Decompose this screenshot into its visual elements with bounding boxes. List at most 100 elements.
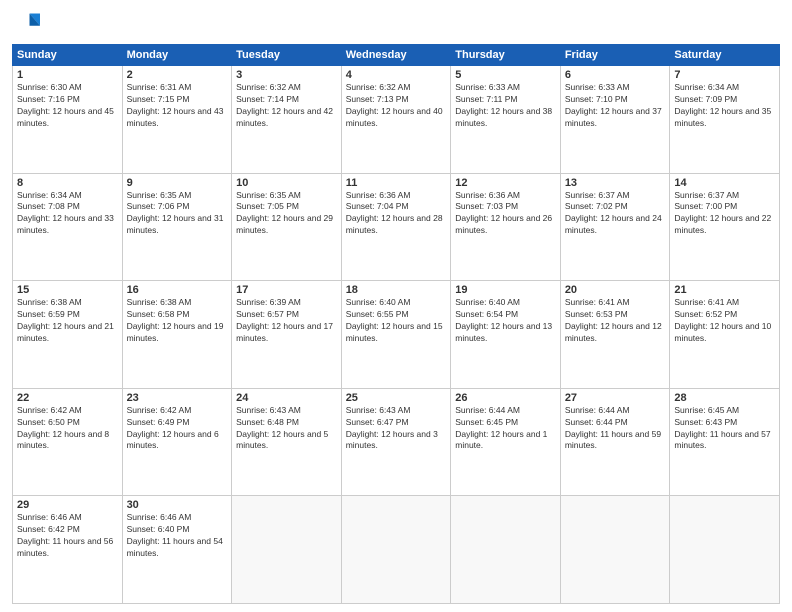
day-number: 26 bbox=[455, 392, 556, 404]
day-info: Sunrise: 6:44 AMSunset: 6:45 PMDaylight:… bbox=[455, 405, 556, 453]
day-info: Sunrise: 6:36 AMSunset: 7:03 PMDaylight:… bbox=[455, 190, 556, 238]
calendar-cell: 18 Sunrise: 6:40 AMSunset: 6:55 PMDaylig… bbox=[341, 281, 451, 389]
calendar-cell: 28 Sunrise: 6:45 AMSunset: 6:43 PMDaylig… bbox=[670, 388, 780, 496]
day-number: 29 bbox=[17, 499, 118, 511]
day-number: 6 bbox=[565, 69, 666, 81]
weekday-header-saturday: Saturday bbox=[670, 45, 780, 66]
calendar-cell bbox=[670, 496, 780, 604]
day-number: 7 bbox=[674, 69, 775, 81]
day-info: Sunrise: 6:44 AMSunset: 6:44 PMDaylight:… bbox=[565, 405, 666, 453]
day-number: 14 bbox=[674, 177, 775, 189]
day-info: Sunrise: 6:46 AMSunset: 6:42 PMDaylight:… bbox=[17, 512, 118, 560]
calendar-cell: 27 Sunrise: 6:44 AMSunset: 6:44 PMDaylig… bbox=[560, 388, 670, 496]
weekday-header-friday: Friday bbox=[560, 45, 670, 66]
logo-icon bbox=[12, 10, 40, 38]
weekday-header-wednesday: Wednesday bbox=[341, 45, 451, 66]
day-number: 23 bbox=[127, 392, 228, 404]
day-number: 1 bbox=[17, 69, 118, 81]
day-number: 17 bbox=[236, 284, 337, 296]
day-number: 4 bbox=[346, 69, 447, 81]
calendar-cell: 8 Sunrise: 6:34 AMSunset: 7:08 PMDayligh… bbox=[13, 173, 123, 281]
weekday-header-sunday: Sunday bbox=[13, 45, 123, 66]
calendar-cell: 16 Sunrise: 6:38 AMSunset: 6:58 PMDaylig… bbox=[122, 281, 232, 389]
calendar-cell: 29 Sunrise: 6:46 AMSunset: 6:42 PMDaylig… bbox=[13, 496, 123, 604]
calendar-cell: 4 Sunrise: 6:32 AMSunset: 7:13 PMDayligh… bbox=[341, 66, 451, 174]
day-info: Sunrise: 6:30 AMSunset: 7:16 PMDaylight:… bbox=[17, 82, 118, 130]
weekday-header-monday: Monday bbox=[122, 45, 232, 66]
calendar-cell bbox=[560, 496, 670, 604]
calendar-week-4: 22 Sunrise: 6:42 AMSunset: 6:50 PMDaylig… bbox=[13, 388, 780, 496]
day-info: Sunrise: 6:41 AMSunset: 6:53 PMDaylight:… bbox=[565, 297, 666, 345]
day-number: 24 bbox=[236, 392, 337, 404]
day-info: Sunrise: 6:42 AMSunset: 6:49 PMDaylight:… bbox=[127, 405, 228, 453]
header bbox=[12, 10, 780, 38]
day-info: Sunrise: 6:41 AMSunset: 6:52 PMDaylight:… bbox=[674, 297, 775, 345]
day-number: 21 bbox=[674, 284, 775, 296]
calendar-cell: 15 Sunrise: 6:38 AMSunset: 6:59 PMDaylig… bbox=[13, 281, 123, 389]
calendar-cell: 5 Sunrise: 6:33 AMSunset: 7:11 PMDayligh… bbox=[451, 66, 561, 174]
calendar-cell: 6 Sunrise: 6:33 AMSunset: 7:10 PMDayligh… bbox=[560, 66, 670, 174]
day-number: 8 bbox=[17, 177, 118, 189]
calendar-cell: 1 Sunrise: 6:30 AMSunset: 7:16 PMDayligh… bbox=[13, 66, 123, 174]
day-info: Sunrise: 6:37 AMSunset: 7:02 PMDaylight:… bbox=[565, 190, 666, 238]
day-info: Sunrise: 6:40 AMSunset: 6:54 PMDaylight:… bbox=[455, 297, 556, 345]
calendar-cell: 2 Sunrise: 6:31 AMSunset: 7:15 PMDayligh… bbox=[122, 66, 232, 174]
calendar-cell: 9 Sunrise: 6:35 AMSunset: 7:06 PMDayligh… bbox=[122, 173, 232, 281]
calendar-cell: 17 Sunrise: 6:39 AMSunset: 6:57 PMDaylig… bbox=[232, 281, 342, 389]
day-info: Sunrise: 6:43 AMSunset: 6:48 PMDaylight:… bbox=[236, 405, 337, 453]
day-info: Sunrise: 6:43 AMSunset: 6:47 PMDaylight:… bbox=[346, 405, 447, 453]
logo bbox=[12, 10, 44, 38]
calendar-cell: 11 Sunrise: 6:36 AMSunset: 7:04 PMDaylig… bbox=[341, 173, 451, 281]
day-number: 22 bbox=[17, 392, 118, 404]
calendar-cell: 7 Sunrise: 6:34 AMSunset: 7:09 PMDayligh… bbox=[670, 66, 780, 174]
day-info: Sunrise: 6:34 AMSunset: 7:09 PMDaylight:… bbox=[674, 82, 775, 130]
weekday-header-thursday: Thursday bbox=[451, 45, 561, 66]
calendar-week-5: 29 Sunrise: 6:46 AMSunset: 6:42 PMDaylig… bbox=[13, 496, 780, 604]
day-number: 16 bbox=[127, 284, 228, 296]
weekday-header-row: SundayMondayTuesdayWednesdayThursdayFrid… bbox=[13, 45, 780, 66]
calendar-cell: 23 Sunrise: 6:42 AMSunset: 6:49 PMDaylig… bbox=[122, 388, 232, 496]
day-info: Sunrise: 6:31 AMSunset: 7:15 PMDaylight:… bbox=[127, 82, 228, 130]
day-info: Sunrise: 6:33 AMSunset: 7:10 PMDaylight:… bbox=[565, 82, 666, 130]
day-info: Sunrise: 6:33 AMSunset: 7:11 PMDaylight:… bbox=[455, 82, 556, 130]
calendar-cell bbox=[232, 496, 342, 604]
day-number: 30 bbox=[127, 499, 228, 511]
day-number: 9 bbox=[127, 177, 228, 189]
day-number: 5 bbox=[455, 69, 556, 81]
calendar-cell: 20 Sunrise: 6:41 AMSunset: 6:53 PMDaylig… bbox=[560, 281, 670, 389]
day-info: Sunrise: 6:42 AMSunset: 6:50 PMDaylight:… bbox=[17, 405, 118, 453]
calendar-cell: 22 Sunrise: 6:42 AMSunset: 6:50 PMDaylig… bbox=[13, 388, 123, 496]
day-number: 27 bbox=[565, 392, 666, 404]
calendar-week-2: 8 Sunrise: 6:34 AMSunset: 7:08 PMDayligh… bbox=[13, 173, 780, 281]
calendar-cell: 10 Sunrise: 6:35 AMSunset: 7:05 PMDaylig… bbox=[232, 173, 342, 281]
calendar-table: SundayMondayTuesdayWednesdayThursdayFrid… bbox=[12, 44, 780, 604]
day-info: Sunrise: 6:36 AMSunset: 7:04 PMDaylight:… bbox=[346, 190, 447, 238]
day-info: Sunrise: 6:46 AMSunset: 6:40 PMDaylight:… bbox=[127, 512, 228, 560]
day-number: 11 bbox=[346, 177, 447, 189]
calendar-week-1: 1 Sunrise: 6:30 AMSunset: 7:16 PMDayligh… bbox=[13, 66, 780, 174]
day-info: Sunrise: 6:38 AMSunset: 6:58 PMDaylight:… bbox=[127, 297, 228, 345]
day-number: 19 bbox=[455, 284, 556, 296]
calendar-cell: 24 Sunrise: 6:43 AMSunset: 6:48 PMDaylig… bbox=[232, 388, 342, 496]
day-number: 20 bbox=[565, 284, 666, 296]
day-number: 13 bbox=[565, 177, 666, 189]
day-number: 18 bbox=[346, 284, 447, 296]
calendar-cell: 21 Sunrise: 6:41 AMSunset: 6:52 PMDaylig… bbox=[670, 281, 780, 389]
day-info: Sunrise: 6:35 AMSunset: 7:06 PMDaylight:… bbox=[127, 190, 228, 238]
day-info: Sunrise: 6:40 AMSunset: 6:55 PMDaylight:… bbox=[346, 297, 447, 345]
day-number: 25 bbox=[346, 392, 447, 404]
calendar-cell: 26 Sunrise: 6:44 AMSunset: 6:45 PMDaylig… bbox=[451, 388, 561, 496]
calendar-cell: 12 Sunrise: 6:36 AMSunset: 7:03 PMDaylig… bbox=[451, 173, 561, 281]
day-info: Sunrise: 6:34 AMSunset: 7:08 PMDaylight:… bbox=[17, 190, 118, 238]
day-number: 12 bbox=[455, 177, 556, 189]
day-info: Sunrise: 6:32 AMSunset: 7:13 PMDaylight:… bbox=[346, 82, 447, 130]
day-number: 3 bbox=[236, 69, 337, 81]
calendar-cell: 3 Sunrise: 6:32 AMSunset: 7:14 PMDayligh… bbox=[232, 66, 342, 174]
day-info: Sunrise: 6:32 AMSunset: 7:14 PMDaylight:… bbox=[236, 82, 337, 130]
calendar-cell: 19 Sunrise: 6:40 AMSunset: 6:54 PMDaylig… bbox=[451, 281, 561, 389]
calendar-cell: 14 Sunrise: 6:37 AMSunset: 7:00 PMDaylig… bbox=[670, 173, 780, 281]
calendar-cell bbox=[341, 496, 451, 604]
calendar-cell bbox=[451, 496, 561, 604]
day-info: Sunrise: 6:38 AMSunset: 6:59 PMDaylight:… bbox=[17, 297, 118, 345]
day-info: Sunrise: 6:35 AMSunset: 7:05 PMDaylight:… bbox=[236, 190, 337, 238]
